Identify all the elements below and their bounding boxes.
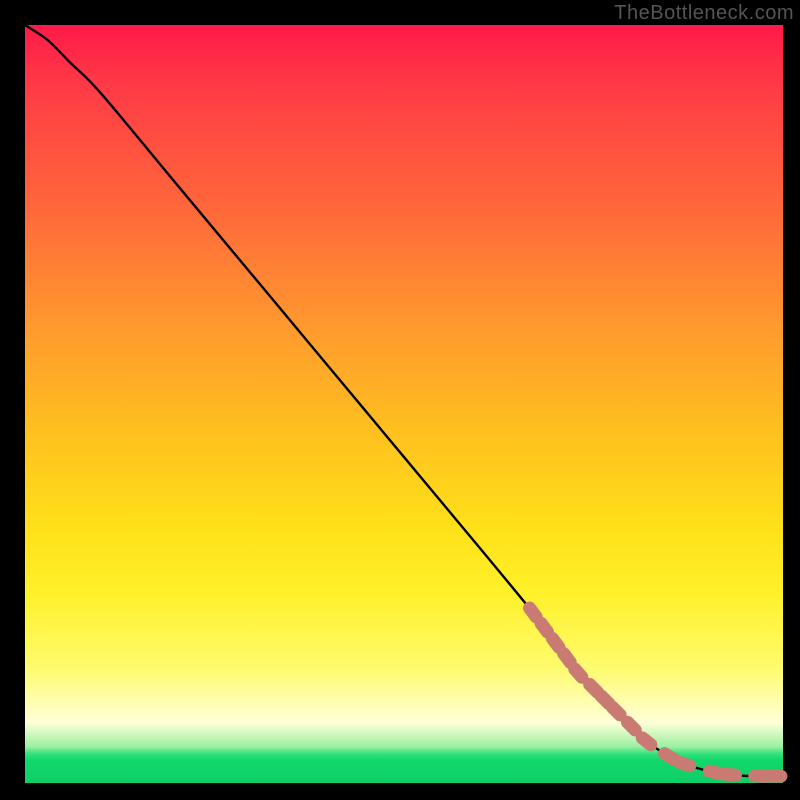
highlight-dots [520, 599, 787, 783]
chart-frame: TheBottleneck.com [0, 0, 800, 800]
bottleneck-curve [25, 25, 783, 776]
highlight-dot [763, 770, 787, 783]
watermark-text: TheBottleneck.com [614, 2, 794, 25]
curve-path [25, 25, 783, 776]
plot-area [25, 25, 783, 783]
curve-layer [25, 25, 783, 783]
